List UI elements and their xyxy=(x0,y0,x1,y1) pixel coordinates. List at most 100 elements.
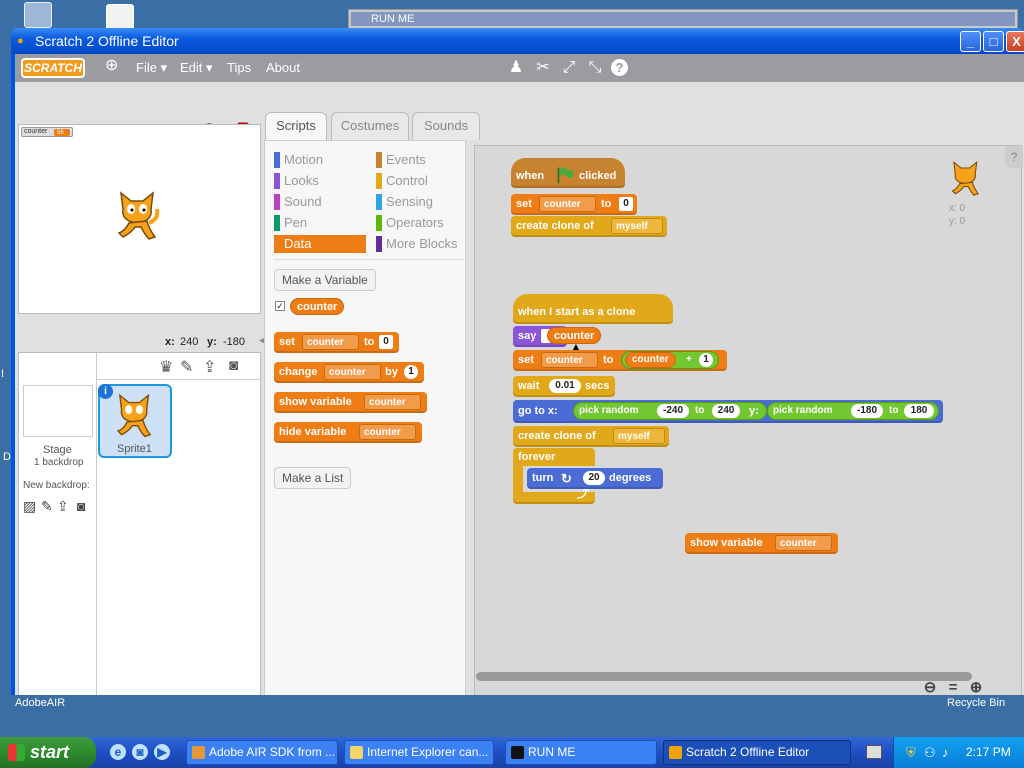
block-show-variable-loose[interactable]: show variable counter xyxy=(685,533,838,554)
variable-monitor[interactable]: counter 56 xyxy=(21,127,73,137)
camera-backdrop-icon[interactable]: ◙ xyxy=(77,498,85,514)
start-button[interactable]: start xyxy=(0,737,96,768)
menu-edit[interactable]: Edit ▾ xyxy=(180,60,213,76)
block-change-variable[interactable]: change counter by 1 xyxy=(274,362,424,383)
category-sensing[interactable]: Sensing xyxy=(376,193,460,211)
security-shield-icon[interactable]: ⛨ xyxy=(906,737,916,768)
palette-variable-counter[interactable]: counter xyxy=(290,298,345,315)
window-title: Scratch 2 Offline Editor xyxy=(35,33,179,49)
media-player-icon[interactable]: ▶ xyxy=(154,744,170,760)
block-create-clone[interactable]: create clone of myself xyxy=(511,216,667,237)
desktop-side-label: I xyxy=(1,368,5,380)
network-icon[interactable]: ⚇ xyxy=(924,737,936,768)
grow-icon[interactable]: ⤢ xyxy=(559,58,579,78)
scratch-app-icon: ● xyxy=(17,35,24,47)
block-go-to-xy[interactable]: go to x: pick random -240 to 240 y: pick… xyxy=(513,400,943,423)
tab-costumes[interactable]: Costumes xyxy=(331,112,409,140)
zoom-reset-icon[interactable]: = xyxy=(944,679,962,695)
task-scratch-editor[interactable]: Scratch 2 Offline Editor xyxy=(663,740,851,765)
monitor-value: 56 xyxy=(54,129,70,136)
category-operators[interactable]: Operators xyxy=(376,214,460,232)
task-run-me[interactable]: RUN ME xyxy=(505,740,657,765)
block-wait[interactable]: wait 0.01 secs xyxy=(513,376,615,397)
block-palette: Motion Looks Sound Pen Data Events Contr… xyxy=(264,140,466,695)
scratch-logo[interactable]: SCRATCH xyxy=(21,58,85,78)
new-backdrop-label: New backdrop: xyxy=(23,480,90,491)
help-icon[interactable]: ? xyxy=(611,59,628,76)
clock[interactable]: 2:17 PM xyxy=(966,737,1011,768)
window-titlebar[interactable]: ● Scratch 2 Offline Editor _ □ X xyxy=(11,28,1024,54)
tab-sounds[interactable]: Sounds xyxy=(412,112,480,140)
cat-thumbnail-icon xyxy=(116,393,152,438)
category-sound[interactable]: Sound xyxy=(274,193,366,211)
operator-pick-random-x[interactable]: pick random -240 to 240 xyxy=(573,402,767,420)
block-set-counter-0[interactable]: set counter to 0 xyxy=(511,194,637,215)
desktop-file-icon[interactable] xyxy=(106,4,134,30)
zoom-out-icon[interactable]: ⊖ xyxy=(921,679,939,695)
category-motion[interactable]: Motion xyxy=(274,151,366,169)
choose-sprite-icon[interactable]: ♛ xyxy=(159,357,173,377)
script-area[interactable]: x: 0 y: 0 when clicked set counter to 0 … xyxy=(474,145,1023,695)
backdrop-count: 1 backdrop xyxy=(34,457,84,468)
cat-sprite-icon[interactable] xyxy=(113,187,163,243)
stage-canvas[interactable]: counter 56 xyxy=(18,124,261,314)
green-flag-icon xyxy=(557,167,574,184)
hat-when-flag-clicked[interactable]: when clicked xyxy=(511,158,625,188)
sprite-x-readout: x: 0 xyxy=(949,203,966,214)
upload-sprite-icon[interactable]: ⇪ xyxy=(203,357,216,377)
paint-backdrop-icon[interactable]: ✎ xyxy=(41,498,53,515)
task-internet-explorer[interactable]: Internet Explorer can... xyxy=(344,740,494,765)
block-show-variable[interactable]: show variable counter xyxy=(274,392,427,413)
keyboard-icon[interactable] xyxy=(866,745,882,759)
camera-sprite-icon[interactable]: ◙ xyxy=(229,357,238,374)
paint-sprite-icon[interactable]: ✎ xyxy=(180,357,193,377)
zoom-in-icon[interactable]: ⊕ xyxy=(967,679,985,695)
category-more-blocks[interactable]: More Blocks xyxy=(376,235,466,253)
operator-add[interactable]: counter + 1 xyxy=(621,351,719,369)
scratch-window: ● Scratch 2 Offline Editor _ □ X SCRATCH… xyxy=(11,28,1024,695)
tab-scripts[interactable]: Scripts xyxy=(265,112,327,140)
stage-label: Stage xyxy=(43,444,72,456)
operator-pick-random-y[interactable]: pick random -180 to 180 xyxy=(767,402,939,420)
backdrop-library-icon[interactable]: ▨ xyxy=(23,498,36,515)
desktop-label-adobeair[interactable]: AdobeAIR xyxy=(15,697,65,709)
menu-about[interactable]: About xyxy=(266,60,300,76)
category-looks[interactable]: Looks xyxy=(274,172,366,190)
coord-x-label: x: xyxy=(165,336,175,348)
menu-file[interactable]: File ▾ xyxy=(136,60,167,76)
desktop-computer-icon[interactable] xyxy=(24,2,52,28)
script-area-horizontal-scrollbar[interactable] xyxy=(476,672,972,681)
block-create-clone-2[interactable]: create clone of myself xyxy=(513,426,669,447)
shrink-icon[interactable]: ⤡ xyxy=(585,58,605,78)
stage-thumbnail[interactable] xyxy=(23,385,93,437)
internet-explorer-icon[interactable]: e xyxy=(110,744,126,760)
desktop-label-recycle-bin[interactable]: Recycle Bin xyxy=(947,697,1005,709)
variable-show-checkbox[interactable]: ✓ xyxy=(275,301,285,311)
make-variable-button[interactable]: Make a Variable xyxy=(274,269,376,291)
minimize-button[interactable]: _ xyxy=(960,31,981,52)
block-hide-variable[interactable]: hide variable counter xyxy=(274,422,422,443)
hat-when-clone-starts[interactable]: when I start as a clone xyxy=(513,294,673,324)
volume-icon[interactable]: ♪ xyxy=(942,737,949,768)
category-events[interactable]: Events xyxy=(376,151,460,169)
duplicate-stamp-icon[interactable]: ♟ xyxy=(506,58,526,78)
scripts-help-icon[interactable]: ? xyxy=(1005,146,1023,168)
coord-x-value: 240 xyxy=(180,336,199,348)
category-control[interactable]: Control xyxy=(376,172,460,190)
globe-icon[interactable]: ⊕ xyxy=(105,58,118,74)
category-data[interactable]: Data xyxy=(274,235,366,253)
cut-scissors-icon[interactable]: ✂ xyxy=(533,58,553,78)
block-set-variable[interactable]: set counter to 0 xyxy=(274,332,399,353)
block-set-counter-plus-1[interactable]: set counter to counter + 1 xyxy=(513,350,727,371)
background-window-title: RUN ME xyxy=(351,12,1015,26)
upload-backdrop-icon[interactable]: ⇪ xyxy=(57,498,69,515)
close-button[interactable]: X xyxy=(1006,31,1024,52)
make-list-button[interactable]: Make a List xyxy=(274,467,352,489)
sprite-info-icon[interactable]: i xyxy=(98,384,113,399)
task-adobe-air-sdk[interactable]: Adobe AIR SDK from ... xyxy=(186,740,338,765)
maximize-button[interactable]: □ xyxy=(983,31,1004,52)
category-pen[interactable]: Pen xyxy=(274,214,366,232)
show-desktop-icon[interactable]: ◙ xyxy=(132,744,148,760)
menu-tips[interactable]: Tips xyxy=(227,60,251,76)
block-turn[interactable]: turn ↻ 20 degrees xyxy=(527,468,663,489)
